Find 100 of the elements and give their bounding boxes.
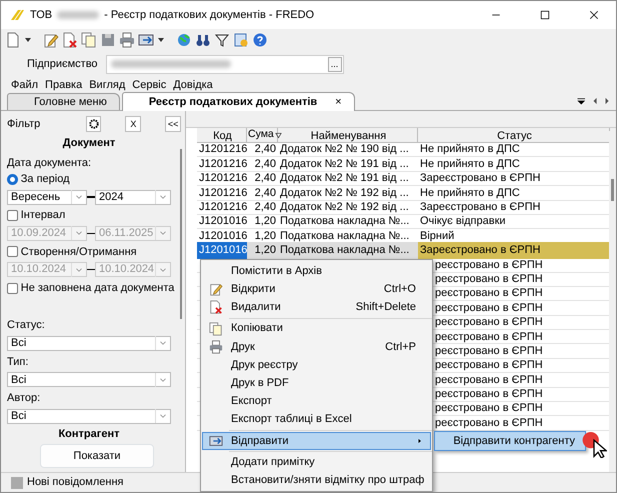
table-cell[interactable]: Податкова накладна №... xyxy=(278,228,418,244)
tab[interactable]: Головне меню xyxy=(7,93,120,110)
table-cell[interactable]: Додаток №2 № 191 від ... xyxy=(278,170,418,187)
tab-close-button[interactable]: × xyxy=(335,94,342,110)
menu-item[interactable]: Правка xyxy=(45,76,82,94)
app-logo-icon xyxy=(9,7,25,23)
select-field[interactable]: Всі xyxy=(7,372,171,388)
table-cell[interactable]: 2,40 xyxy=(247,170,278,187)
table-cell[interactable]: J1201216 xyxy=(197,156,247,172)
save-icon[interactable] xyxy=(100,32,116,48)
menu-item[interactable]: Друк Ctrl+P xyxy=(202,338,431,356)
menu-item[interactable]: Друк реєстру xyxy=(202,356,431,374)
binoculars-icon[interactable] xyxy=(195,32,211,48)
field-label: Автор: xyxy=(7,391,42,406)
table-cell[interactable]: Додаток №2 № 190 від ... xyxy=(278,141,418,158)
table-cell[interactable]: J1201216 xyxy=(197,141,247,158)
menu-item[interactable]: Сервіс xyxy=(132,76,166,94)
show-button[interactable]: Показати xyxy=(40,444,154,468)
table-cell[interactable]: 2,40 xyxy=(247,156,278,172)
table-cell[interactable]: 2,40 xyxy=(247,199,278,216)
delete-icon[interactable] xyxy=(62,32,78,48)
table-cell[interactable]: Додаток №2 № 192 від ... xyxy=(278,199,418,216)
table-cell[interactable]: Вірний xyxy=(418,228,610,244)
checkbox[interactable] xyxy=(7,282,18,294)
table-cell[interactable]: Податкова накладна №... xyxy=(278,213,418,230)
checkbox[interactable] xyxy=(7,210,18,221)
menu-item[interactable]: Довідка xyxy=(173,76,213,94)
table-cell[interactable]: J1201216 xyxy=(197,170,247,187)
table-cell[interactable]: 2,40 xyxy=(247,141,278,158)
table-cell[interactable]: J1201216 xyxy=(197,199,247,216)
table-cell[interactable]: 1,20 xyxy=(247,213,278,230)
menu-item[interactable]: Додати примітку xyxy=(202,452,431,472)
menu-item[interactable]: Експорт xyxy=(202,392,431,410)
new-document-icon[interactable] xyxy=(5,32,21,48)
dash xyxy=(87,268,95,270)
table-cell[interactable]: Не прийнято в ДПС xyxy=(418,156,610,172)
table-cell[interactable]: 2,40 xyxy=(247,184,278,202)
table-cell[interactable]: Податкова накладна №... xyxy=(278,242,418,259)
scrollbar-thumb[interactable] xyxy=(611,179,614,201)
help-icon[interactable] xyxy=(252,32,268,48)
checkbox[interactable] xyxy=(7,246,18,258)
table-cell[interactable]: Не прийнято в ДПС xyxy=(418,141,610,158)
table-cell[interactable]: Очікує відправки xyxy=(418,213,610,230)
dash xyxy=(87,196,95,198)
menu-item[interactable]: Файл xyxy=(11,76,38,94)
table-cell[interactable]: Додаток №2 № 191 від ... xyxy=(278,156,418,172)
table-cell[interactable]: Зареєстровано в ЄРПН xyxy=(418,199,610,216)
menu-item[interactable]: Відкрити Ctrl+O xyxy=(202,280,431,298)
collapse-button[interactable]: << xyxy=(165,116,181,132)
table-cell[interactable]: Зареєстровано в ЄРПН xyxy=(418,242,610,259)
menu-item[interactable]: Встановити/зняти відмітку про штраф xyxy=(202,471,431,490)
table-cell[interactable]: 1,20 xyxy=(247,228,278,244)
close-icon xyxy=(588,9,600,21)
checkbox-label: Інтервал xyxy=(20,208,66,224)
column-header[interactable]: Код xyxy=(197,128,247,142)
window-title: - Реєстр податкових документів - FREDO xyxy=(104,8,314,23)
table-cell[interactable]: Додаток №2 № 192 від ... xyxy=(278,184,418,202)
table-cell[interactable]: Зареєстровано в ЄРПН xyxy=(418,170,610,187)
table-cell[interactable]: J1201016 xyxy=(197,213,247,230)
browse-button[interactable]: ... xyxy=(328,56,342,72)
field-label: Тип: xyxy=(7,354,30,370)
select-field[interactable]: 2024 xyxy=(95,190,171,204)
send-icon xyxy=(209,434,223,448)
edit-icon[interactable] xyxy=(43,32,59,48)
mouse-cursor-icon xyxy=(581,432,607,458)
radio-button[interactable] xyxy=(7,174,18,185)
column-header[interactable]: Сума xyxy=(247,128,278,142)
menu-item[interactable]: Друк в PDF xyxy=(202,374,431,392)
select-field[interactable]: Всі xyxy=(7,336,171,351)
filter-icon[interactable] xyxy=(214,32,230,48)
menu-item[interactable]: Видалити Shift+Delete xyxy=(202,298,431,317)
copy-icon xyxy=(209,322,223,336)
section-heading: Контрагент xyxy=(57,426,121,442)
table-cell[interactable]: J1201216 xyxy=(197,184,247,202)
field-label: Статус: xyxy=(7,318,46,334)
table-cell[interactable]: Не прийнято в ДПС xyxy=(418,184,610,202)
menu-item[interactable]: Помістити в Архів xyxy=(202,262,431,280)
table-cell[interactable]: J1201016 xyxy=(197,228,247,244)
settings-button[interactable] xyxy=(86,116,102,132)
tab[interactable]: Реєстр податкових документів × xyxy=(122,92,355,111)
panel-title: Фільтр xyxy=(7,117,42,132)
scrollbar[interactable] xyxy=(180,149,182,319)
printer-icon[interactable] xyxy=(119,32,135,48)
send-icon[interactable] xyxy=(138,32,154,48)
enterprise-field[interactable]: ... xyxy=(106,54,344,74)
table-cell[interactable]: 1,20 xyxy=(247,242,278,259)
copy-icon[interactable] xyxy=(81,32,97,48)
close-filter-button[interactable]: X xyxy=(125,116,142,132)
table-cell[interactable]: J1201016 xyxy=(197,242,247,259)
calendar-icon[interactable] xyxy=(233,32,249,48)
menu-item[interactable]: Експорт таблиці в Excel xyxy=(202,410,431,429)
menu-item[interactable]: Відправити xyxy=(202,432,431,450)
menu-item[interactable]: Копіювати xyxy=(202,320,431,338)
menu-item[interactable]: Вигляд xyxy=(89,76,126,94)
redacted-text xyxy=(57,11,100,19)
select-field[interactable]: Вересень xyxy=(7,190,87,204)
column-header[interactable]: Найменування xyxy=(278,128,418,142)
submenu-item[interactable]: Відправити контрагенту xyxy=(434,431,586,451)
select-field[interactable]: Всі xyxy=(7,408,171,424)
delete-icon xyxy=(209,300,223,314)
